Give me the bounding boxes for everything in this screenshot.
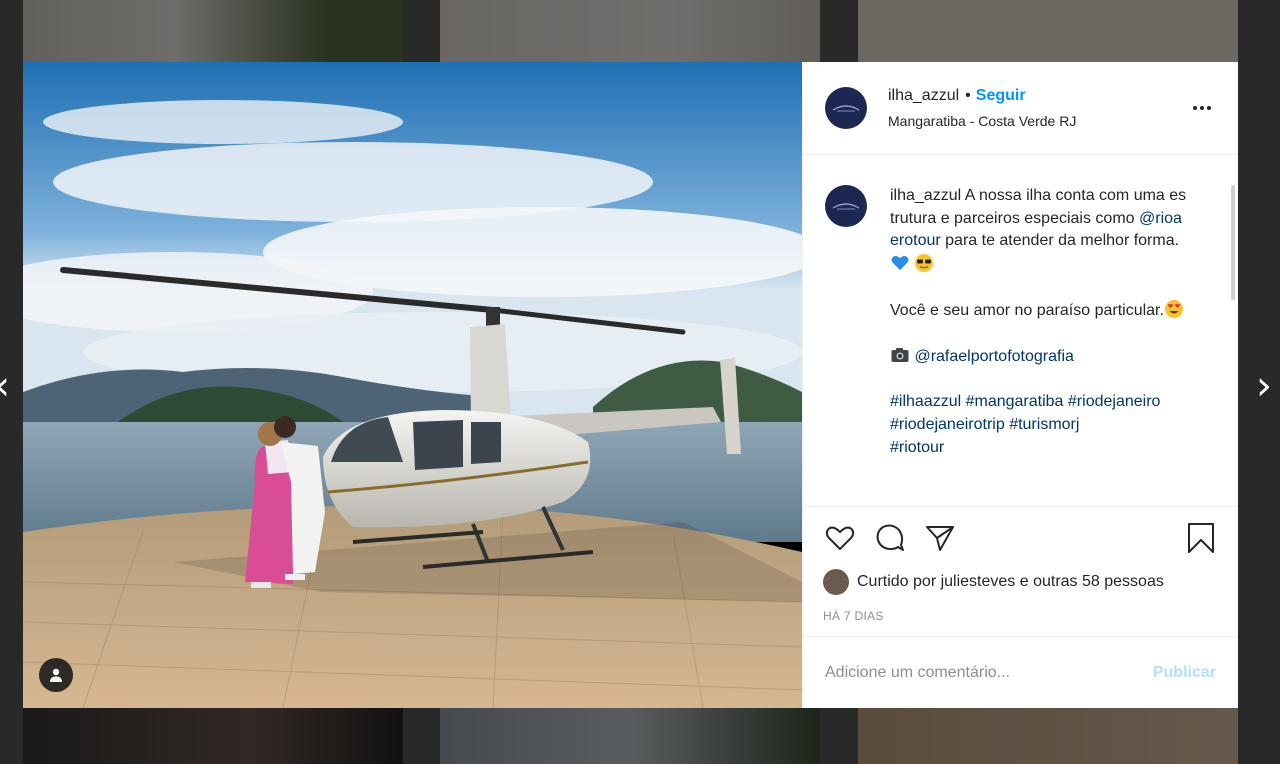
bg-post-thumb-6 <box>858 708 1238 764</box>
camera-icon <box>891 348 909 363</box>
prev-post-chevron-icon[interactable]: ‹ <box>0 362 14 410</box>
post-header: ilha_azzul • Seguir Mangaratiba - Costa … <box>803 62 1238 155</box>
person-icon <box>50 668 62 682</box>
post-photo[interactable] <box>23 62 802 708</box>
helicopter-photo-illustration <box>23 62 802 708</box>
caption-username[interactable]: ilha_azzul <box>890 187 961 204</box>
bg-post-thumb-1 <box>23 0 403 62</box>
bg-post-thumb-5 <box>440 708 820 764</box>
bg-post-thumb-2 <box>440 0 820 62</box>
separator-dot: • <box>965 87 971 104</box>
comment-input[interactable] <box>825 663 1153 682</box>
caption-paragraph-2: Você e seu amor no paraíso particular. <box>890 301 1164 319</box>
hashtag-riotour[interactable]: #riotour <box>890 439 944 456</box>
author-avatar[interactable] <box>825 87 867 129</box>
comment-button[interactable] <box>873 521 907 555</box>
comment-bubble-icon <box>876 524 904 551</box>
hashtag-turismorj[interactable]: #turismorj <box>1009 416 1079 433</box>
comment-bar: Publicar <box>803 636 1238 708</box>
heart-eyes-emoji-icon <box>1164 299 1183 318</box>
post-side-panel: ilha_azzul • Seguir Mangaratiba - Costa … <box>802 62 1238 708</box>
post-location[interactable]: Mangaratiba - Costa Verde RJ <box>888 113 1188 129</box>
bg-post-thumb-4 <box>23 708 403 764</box>
follow-button[interactable]: Seguir <box>976 87 1026 105</box>
more-options-button[interactable] <box>1188 94 1216 122</box>
bg-post-thumb-3 <box>858 0 1238 62</box>
more-options-icon <box>1193 106 1211 110</box>
blue-heart-icon <box>891 255 909 270</box>
publish-button[interactable]: Publicar <box>1153 664 1216 682</box>
caption-author-avatar[interactable] <box>825 185 867 227</box>
bookmark-icon <box>1188 523 1214 553</box>
caption-row: ilha_azzul A nossa ilha conta com uma es… <box>825 185 1216 459</box>
mention-rafaelportofotografia[interactable]: @rafaelportofotografia <box>914 348 1073 365</box>
caption-text-part2: para te atender da melhor forma. <box>940 232 1184 250</box>
post-modal: ilha_azzul • Seguir Mangaratiba - Costa … <box>23 62 1238 708</box>
heart-icon <box>825 526 855 551</box>
save-button[interactable] <box>1184 521 1218 555</box>
post-actions: Curtido por juliesteves e outras 58 pess… <box>803 506 1238 636</box>
like-button[interactable] <box>823 521 857 555</box>
hashtag-riodejaneirotrip[interactable]: #riodejaneirotrip <box>890 416 1005 433</box>
author-username[interactable]: ilha_azzul <box>888 87 959 105</box>
likes-text[interactable]: Curtido por juliesteves e outras 58 pess… <box>857 573 1164 591</box>
hashtag-riodejaneiro[interactable]: #riodejaneiro <box>1068 393 1161 410</box>
caption-area[interactable]: ilha_azzul A nossa ilha conta com uma es… <box>803 155 1238 506</box>
share-button[interactable] <box>923 521 957 555</box>
action-icon-row <box>823 507 1218 569</box>
hashtag-mangaratiba[interactable]: #mangaratiba <box>966 393 1064 410</box>
tagged-users-button[interactable] <box>39 658 73 692</box>
brand-logo-icon <box>832 105 860 112</box>
likes-row: Curtido por juliesteves e outras 58 pess… <box>823 569 1218 595</box>
paper-plane-icon <box>926 526 954 551</box>
sunglasses-emoji-icon <box>915 253 934 272</box>
hashtag-ilhaazzul[interactable]: #ilhaazzul <box>890 393 961 410</box>
post-timestamp[interactable]: HÁ 7 DIAS <box>823 609 1218 623</box>
header-text: ilha_azzul • Seguir Mangaratiba - Costa … <box>888 87 1188 129</box>
next-post-chevron-icon[interactable]: › <box>1252 362 1276 410</box>
liker-avatar[interactable] <box>823 569 849 595</box>
header-user-line: ilha_azzul • Seguir <box>888 87 1188 105</box>
caption-text: ilha_azzul A nossa ilha conta com uma es… <box>890 185 1190 459</box>
caption-scrollbar[interactable] <box>1231 185 1235 300</box>
brand-logo-icon <box>832 203 860 210</box>
